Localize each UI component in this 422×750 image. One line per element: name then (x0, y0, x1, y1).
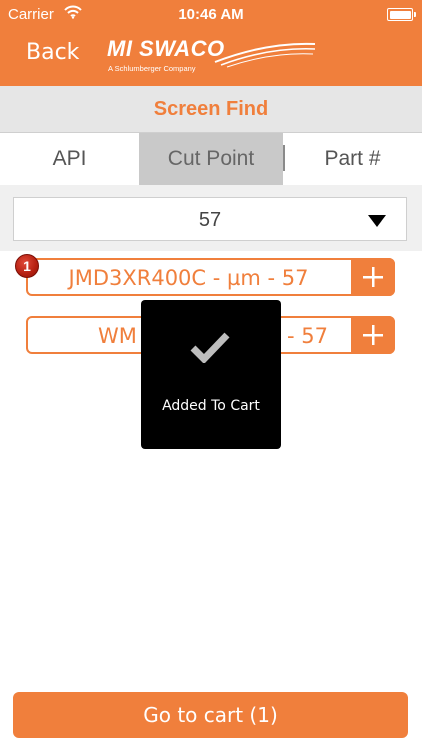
cart-count-badge: 1 (15, 254, 39, 278)
result-row[interactable]: JMD3XR400C - µm - 57 (26, 258, 395, 296)
title-bar: Screen Find (0, 86, 422, 133)
tab-cut-point[interactable]: Cut Point (139, 133, 283, 185)
page-title: Screen Find (153, 98, 269, 120)
mi-swaco-logo: MI SWACO A Schlumberger Company (107, 36, 322, 76)
nav-header: Carrier 10:46 AM Back MI SWACO A Schlumb… (0, 0, 422, 86)
plus-icon (363, 325, 383, 345)
back-button[interactable]: Back (26, 40, 79, 65)
status-bar: Carrier 10:46 AM (0, 0, 422, 30)
tab-api[interactable]: API (0, 133, 139, 185)
logo-swoosh-icon (207, 38, 317, 73)
status-time: 10:46 AM (178, 6, 244, 23)
go-to-cart-button[interactable]: Go to cart (1) (13, 692, 408, 738)
logo-subtitle: A Schlumberger Company (108, 64, 196, 73)
search-mode-tabs: API Cut Point Part # (0, 133, 422, 185)
battery-icon (387, 8, 416, 21)
cut-point-value: 57 (198, 209, 222, 231)
result-label: JMD3XR400C - µm - 57 (68, 266, 309, 290)
add-to-cart-button[interactable] (351, 258, 395, 296)
filter-area: 57 (0, 185, 422, 251)
add-to-cart-button[interactable] (351, 316, 395, 354)
checkmark-icon (190, 332, 230, 363)
tab-part-number[interactable]: Part # (283, 133, 422, 185)
result-label-end: - 57 (287, 324, 328, 348)
dropdown-arrow-icon[interactable] (368, 215, 386, 227)
plus-icon (363, 267, 383, 287)
result-label-start: WM (98, 324, 137, 348)
toast-message: Added To Cart (162, 398, 260, 414)
cut-point-select[interactable]: 57 (13, 197, 407, 241)
added-to-cart-toast: Added To Cart (141, 300, 281, 449)
